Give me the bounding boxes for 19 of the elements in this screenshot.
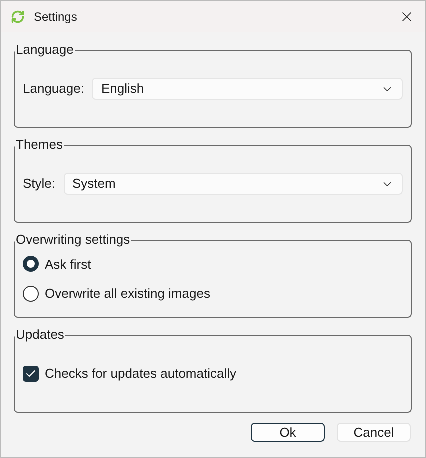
checkbox[interactable] xyxy=(23,366,39,382)
dropdown-field[interactable]: System xyxy=(64,173,403,195)
dropdown-field[interactable]: English xyxy=(92,78,403,100)
group-title: Themes xyxy=(15,137,64,153)
checkbox-label: Checks for updates automatically xyxy=(45,365,236,384)
dialog-button[interactable]: Ok xyxy=(251,423,325,442)
window-title: Settings xyxy=(34,8,78,26)
group-title: Language xyxy=(15,42,75,58)
radio-button[interactable] xyxy=(23,256,39,272)
group-title: Overwriting settings xyxy=(15,232,132,248)
radio-button[interactable] xyxy=(23,286,39,302)
dialog-button[interactable]: Cancel xyxy=(337,423,411,442)
radio-label: Ask first xyxy=(45,256,92,274)
field-label: Style: xyxy=(23,175,56,194)
radio-label: Overwrite all existing images xyxy=(45,285,210,303)
refresh-icon xyxy=(11,10,25,24)
group-title: Updates xyxy=(15,327,66,343)
field-label: Language: xyxy=(23,80,84,98)
check-icon xyxy=(25,368,37,380)
